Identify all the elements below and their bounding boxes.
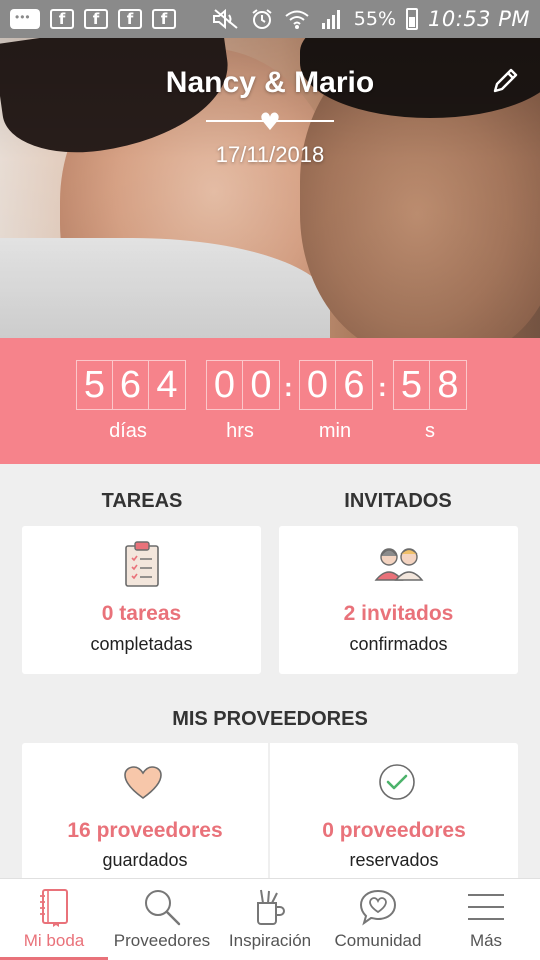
- tasks-title: TAREAS: [101, 490, 183, 512]
- facebook-icon: f: [50, 9, 74, 29]
- tasks-card[interactable]: 0 tareas completadas: [22, 526, 261, 674]
- battery-icon: [406, 8, 419, 30]
- hours-label: hrs: [226, 420, 254, 442]
- guests-title: INVITADOS: [344, 490, 452, 512]
- vendors-title: MIS PROVEEDORES: [172, 708, 368, 730]
- guests-icon: [374, 548, 424, 581]
- booked-vendors-card[interactable]: 0 proveedores reservados: [270, 743, 518, 883]
- seconds-digit: 5: [394, 361, 430, 409]
- minutes-digit: 6: [343, 364, 365, 406]
- pencil-cup-icon: [257, 889, 285, 925]
- clock: 10:53 PM: [428, 7, 530, 31]
- mute-icon: [212, 8, 238, 30]
- minutes-digit: 0: [300, 361, 336, 409]
- bottom-navigation: Mi boda Proveedores Inspiración Comunida…: [0, 878, 540, 960]
- saved-vendors-sub: guardados: [102, 850, 188, 870]
- nav-comunidad[interactable]: Comunidad: [324, 879, 432, 960]
- nav-mas[interactable]: Más: [432, 879, 540, 960]
- minutes-label: min: [318, 420, 352, 442]
- alarm-icon: [252, 9, 272, 29]
- hours-digits: 0 0: [206, 360, 280, 410]
- seconds-digits: 5 8: [393, 360, 467, 410]
- nav-label: Comunidad: [334, 931, 422, 950]
- nav-label: Mi boda: [23, 931, 85, 950]
- saved-vendors-card[interactable]: 16 proveedores guardados: [22, 743, 268, 883]
- nav-proveedores[interactable]: Proveedores: [108, 879, 216, 960]
- nav-label: Más: [469, 931, 503, 950]
- seconds-digit: 8: [437, 364, 459, 406]
- facebook-icon: f: [84, 9, 108, 29]
- days-label: días: [109, 420, 147, 442]
- clipboard-icon: [125, 541, 159, 587]
- tasks-count: 0 tareas: [101, 602, 182, 625]
- heart-icon: [124, 766, 162, 799]
- menu-icon: [468, 894, 504, 920]
- wedding-countdown: 5 6 4 0 0 : 0 6 : 5 8 días hrs min s: [0, 338, 540, 464]
- days-digits: 5 6 4: [76, 360, 186, 410]
- tasks-sub: completadas: [90, 634, 193, 654]
- nav-label: Inspiración: [228, 931, 312, 950]
- days-digit: 4: [156, 364, 178, 406]
- status-bar: f f f f 55% 10:53 PM: [0, 0, 540, 38]
- saved-vendors-count: 16 proveedores: [67, 819, 223, 842]
- colon-separator: :: [378, 372, 387, 402]
- heart-icon: ♥: [259, 108, 281, 136]
- hours-digit: 0: [207, 361, 243, 409]
- wedding-date: 17/11/2018: [215, 142, 325, 167]
- nav-inspiracion[interactable]: Inspiración: [216, 879, 324, 960]
- message-icon: [10, 9, 40, 29]
- edit-pencil-icon[interactable]: [488, 64, 522, 98]
- guests-count: 2 invitados: [343, 602, 454, 625]
- days-digit: 6: [113, 361, 149, 409]
- booked-vendors-sub: reservados: [349, 850, 439, 870]
- colon-separator: :: [284, 372, 293, 402]
- nav-label: Proveedores: [113, 931, 211, 950]
- guests-card[interactable]: 2 invitados confirmados: [279, 526, 518, 674]
- couple-names: Nancy & Mario: [165, 66, 375, 99]
- booked-vendors-count: 0 proveedores: [322, 819, 466, 842]
- chat-heart-icon: [359, 889, 397, 926]
- search-icon: [145, 890, 181, 926]
- check-circle-icon: [379, 764, 415, 800]
- hours-digit: 0: [250, 364, 272, 406]
- notebook-icon: [40, 889, 68, 927]
- facebook-icon: f: [152, 9, 176, 29]
- signal-icon: [321, 10, 340, 29]
- nav-mi-boda[interactable]: Mi boda: [0, 879, 108, 960]
- battery-percent: 55%: [353, 8, 397, 30]
- couple-photo: Nancy & Mario ♥ 17/11/2018: [0, 38, 540, 338]
- minutes-digits: 0 6: [299, 360, 373, 410]
- wifi-icon: [285, 10, 309, 29]
- seconds-label: s: [425, 420, 435, 442]
- days-digit: 5: [77, 361, 113, 409]
- facebook-icon: f: [118, 9, 142, 29]
- guests-sub: confirmados: [349, 634, 448, 654]
